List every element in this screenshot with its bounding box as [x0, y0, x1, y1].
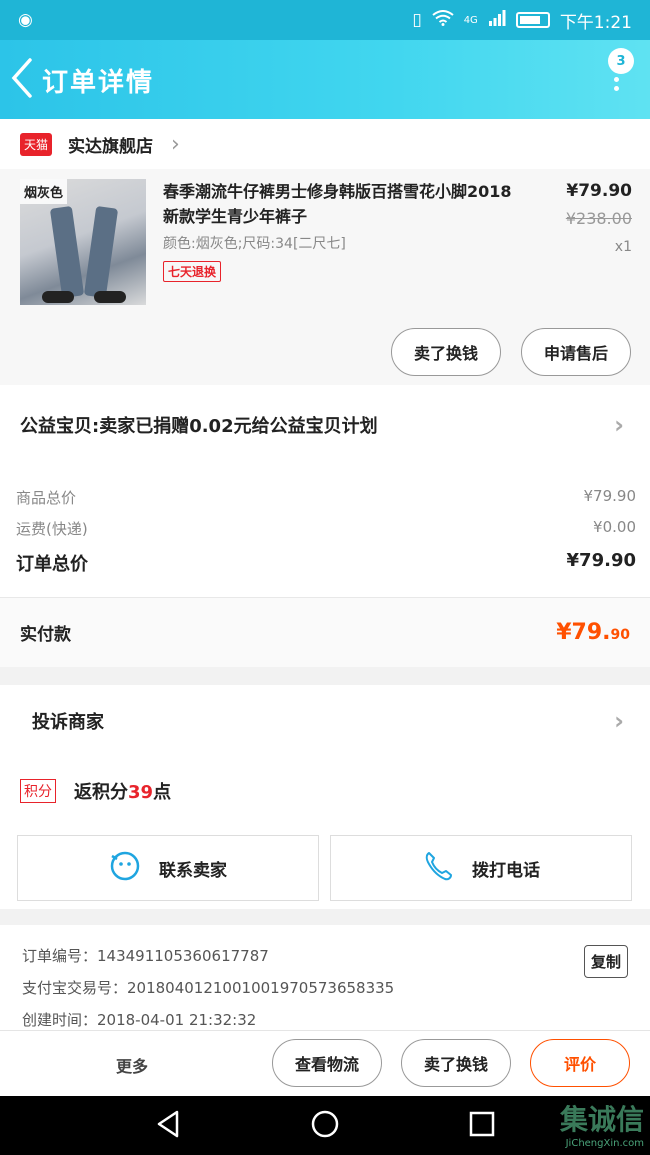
clock: 下午1:21	[559, 12, 632, 33]
paid-amount: ¥79.90	[556, 620, 630, 645]
points-row: 积分 返积分39点	[0, 757, 650, 825]
order-total-row: 订单总价 ¥79.90	[16, 550, 636, 576]
call-phone-label: 拨打电话	[472, 860, 540, 881]
status-right: ▯ 4G 下午1:21	[412, 8, 632, 33]
more-menu-button[interactable]	[606, 64, 626, 114]
points-prefix: 返积分	[74, 782, 128, 803]
bottom-action-bar: 更多 查看物流 卖了换钱 评价	[0, 1030, 650, 1096]
sell-button[interactable]: 卖了换钱	[391, 328, 501, 376]
points-badge: 积分	[20, 779, 56, 803]
status-bar: ◉ ▯ 4G 下午1:21	[0, 0, 650, 40]
chevron-right-icon: ›	[614, 411, 624, 439]
contact-seller-label: 联系卖家	[159, 860, 227, 881]
tmall-badge: 天猫	[20, 132, 53, 156]
order-total-value: ¥79.90	[566, 550, 636, 571]
app-header: 订单详情 3	[0, 40, 650, 119]
notification-icon: ◉	[18, 10, 33, 30]
goods-total-row: 商品总价 ¥79.90	[16, 487, 636, 508]
vibrate-icon: ▯	[412, 10, 422, 30]
paid-label: 实付款	[20, 625, 71, 645]
complain-row[interactable]: 投诉商家 ›	[0, 685, 650, 757]
review-button[interactable]: 评价	[530, 1039, 630, 1087]
seven-day-return-tag: 七天退换	[163, 261, 222, 282]
created-time: 创建时间：2018-04-01 21:32:32	[22, 1011, 257, 1029]
system-nav-bar: 集诚信 JiChengXin.com	[0, 1096, 650, 1155]
contact-section: 联系卖家 拨打电话	[0, 825, 650, 909]
watermark: 集诚信 JiChengXin.com	[560, 1098, 644, 1149]
complain-label: 投诉商家	[32, 712, 104, 733]
shop-row[interactable]: 天猫 实达旗舰店 ›	[0, 119, 650, 169]
recents-square-icon[interactable]	[469, 1111, 495, 1141]
watermark-brand: 集诚信	[559, 1103, 644, 1136]
charity-text: 公益宝贝:卖家已捐赠0.02元给公益宝贝计划	[20, 416, 378, 437]
price-summary: 商品总价 ¥79.90 运费(快递) ¥0.00 订单总价 ¥79.90	[0, 465, 650, 597]
watermark-site: JiChengXin.com	[565, 1138, 644, 1149]
chevron-right-icon: ›	[614, 707, 624, 735]
back-button[interactable]	[8, 56, 38, 100]
charity-row[interactable]: 公益宝贝:卖家已捐赠0.02元给公益宝贝计划 ›	[0, 385, 650, 465]
goods-total-label: 商品总价	[16, 489, 77, 507]
product-title: 春季潮流牛仔裤男士修身韩版百搭雪花小脚2018新款学生青少年裤子	[163, 182, 512, 226]
home-circle-icon[interactable]	[310, 1109, 340, 1143]
page-title: 订单详情	[42, 68, 155, 98]
original-price: ¥238.00	[565, 209, 632, 228]
product-quantity: x1	[614, 239, 632, 255]
chat-bubble-icon	[109, 850, 141, 887]
order-number: 订单编号：143491105360617787	[22, 947, 269, 965]
wifi-icon	[432, 9, 454, 31]
product-image[interactable]: 烟灰色	[20, 179, 146, 305]
shipping-value: ¥0.00	[593, 518, 636, 536]
more-button[interactable]: 更多	[116, 1053, 148, 1077]
image-color-tag: 烟灰色	[20, 179, 68, 204]
back-triangle-icon[interactable]	[155, 1110, 181, 1142]
product-price: ¥79.90	[566, 181, 632, 201]
points-text: 返积分39点	[74, 778, 171, 804]
signal-icon	[488, 9, 506, 31]
sell-again-button[interactable]: 卖了换钱	[401, 1039, 511, 1087]
points-suffix: 点	[153, 782, 172, 803]
shop-name: 实达旗舰店	[68, 136, 154, 157]
product-spec: 颜色:烟灰色;尺码:34[二尺七]	[163, 236, 346, 252]
battery-icon	[515, 12, 550, 28]
network-type: 4G	[463, 14, 478, 26]
call-phone-button[interactable]: 拨打电话	[330, 835, 632, 901]
shipping-label: 运费(快递)	[16, 520, 88, 538]
chevron-left-icon	[11, 58, 32, 98]
alipay-number: 支付宝交易号：2018040121001001970573658335	[22, 979, 395, 997]
shipping-row: 运费(快递) ¥0.00	[16, 518, 636, 539]
phone-icon	[422, 850, 454, 887]
paid-row: 实付款 ¥79.90	[0, 597, 650, 667]
after-sales-button[interactable]: 申请售后	[521, 328, 631, 376]
paid-amount-main: ¥79.	[556, 620, 611, 645]
product-item[interactable]: 烟灰色 春季潮流牛仔裤男士修身韩版百搭雪花小脚2018新款学生青少年裤子 颜色:…	[0, 169, 650, 385]
goods-total-value: ¥79.90	[583, 487, 637, 505]
paid-amount-cents: 90	[610, 627, 630, 643]
points-count: 39	[128, 782, 154, 803]
order-info: 订单编号：143491105360617787 支付宝交易号：201804012…	[0, 925, 650, 1030]
view-logistics-button[interactable]: 查看物流	[272, 1039, 382, 1087]
copy-button[interactable]: 复制	[583, 945, 628, 978]
order-total-label: 订单总价	[16, 554, 88, 575]
chevron-right-icon: ›	[171, 131, 180, 157]
contact-seller-button[interactable]: 联系卖家	[17, 835, 319, 901]
